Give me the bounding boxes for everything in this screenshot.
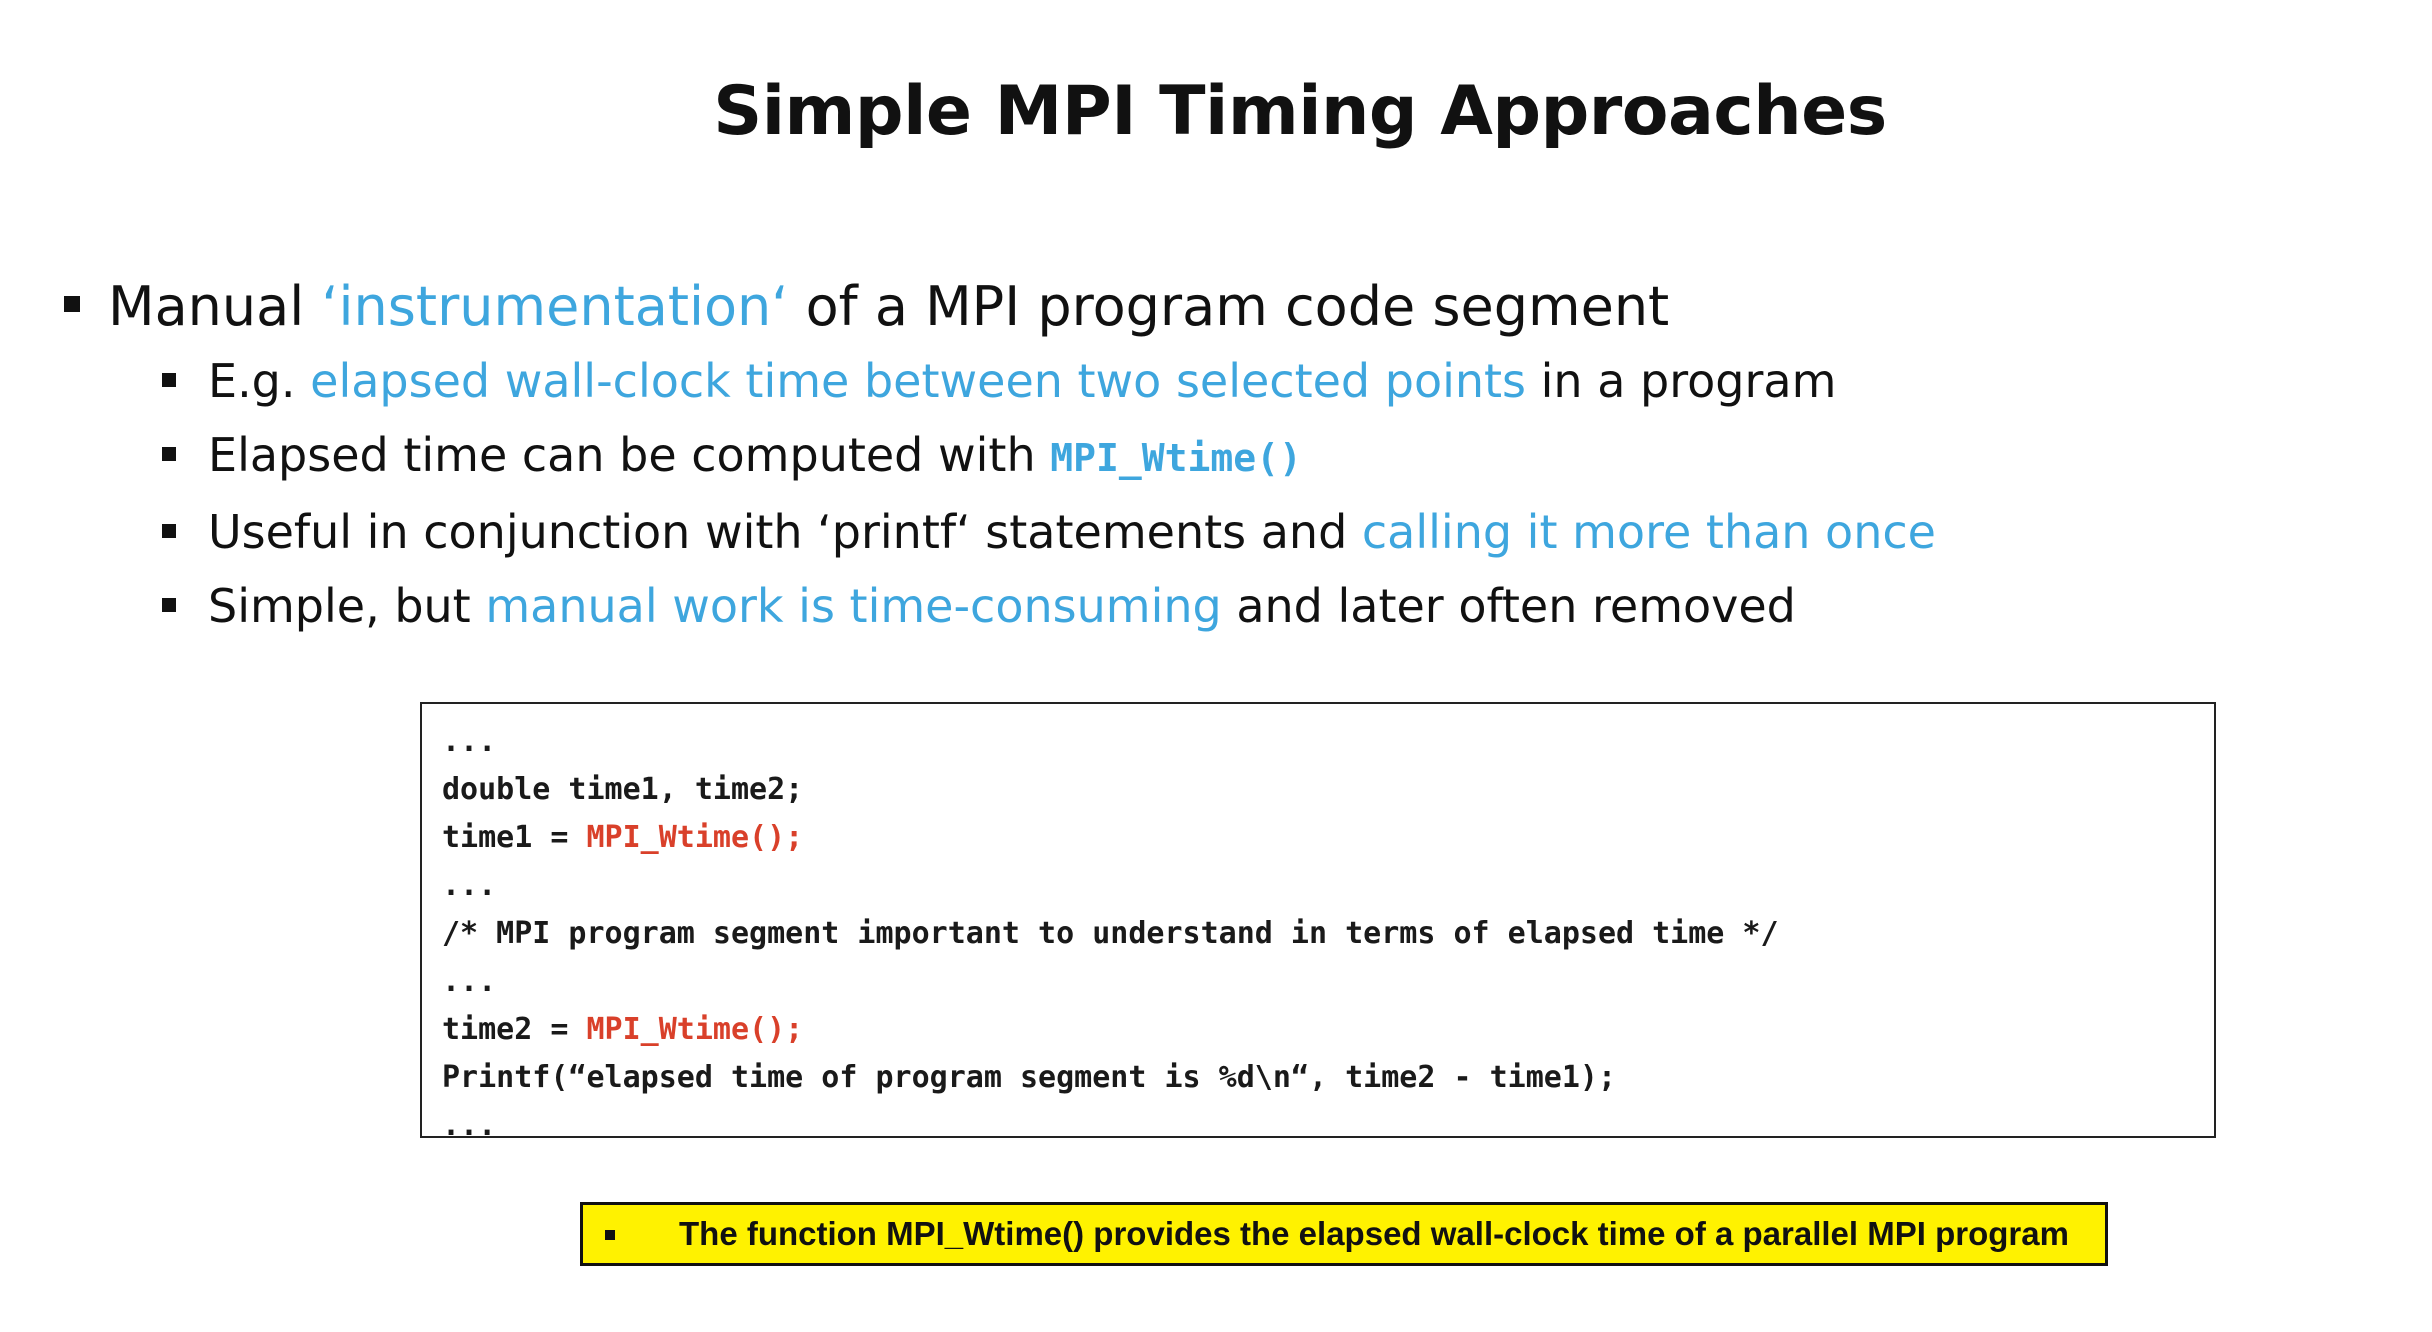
code-line: ... xyxy=(442,964,497,999)
sub-bullet-1: E.g. elapsed wall-clock time between two… xyxy=(60,344,2360,418)
code-function-call: MPI_Wtime(); xyxy=(586,1012,804,1047)
sub-bullet-4: Simple, but manual work is time-consumin… xyxy=(60,569,2360,643)
sub-bullet-text-end: in a program xyxy=(1526,354,1837,408)
bullet-square-icon xyxy=(64,296,80,312)
sub-bullet-2: Elapsed time can be computed with MPI_Wt… xyxy=(60,418,2360,495)
code-line: ... xyxy=(442,724,497,759)
info-note-box: The function MPI_Wtime() provides the el… xyxy=(580,1202,2108,1266)
main-bullet-text-end: of a MPI program code segment xyxy=(788,275,1670,338)
bullet-list: Manual ‘instrumentation‘ of a MPI progra… xyxy=(60,270,2360,643)
main-bullet-highlight: ‘instrumentation‘ xyxy=(321,275,789,338)
sub-bullet-text-end: and later often removed xyxy=(1221,579,1796,633)
sub-bullet-3: Useful in conjunction with ‘printf‘ stat… xyxy=(60,495,2360,569)
main-bullet-text: Manual xyxy=(108,275,322,338)
note-text: The function MPI_Wtime() provides the el… xyxy=(679,1215,2069,1252)
sub-bullet-text: Elapsed time can be computed with xyxy=(208,428,1051,482)
sub-bullet-highlight: manual work is time-consuming xyxy=(485,579,1222,633)
main-bullet: Manual ‘instrumentation‘ of a MPI progra… xyxy=(60,270,2360,344)
code-line: ... xyxy=(442,868,497,903)
code-line: double time1, time2; xyxy=(442,772,804,807)
code-text: time1 = xyxy=(442,820,587,855)
code-block: ... double time1, time2; time1 = MPI_Wti… xyxy=(420,702,2216,1143)
code-comment-line: /* MPI program segment important to unde… xyxy=(442,916,1779,951)
bullet-square-icon xyxy=(162,447,176,461)
bullet-square-icon xyxy=(162,373,176,387)
bullet-square-icon xyxy=(162,598,176,612)
code-text: time2 = xyxy=(442,1012,587,1047)
sub-bullet-text: Useful in conjunction with ‘printf‘ stat… xyxy=(208,505,1362,559)
sub-bullet-highlight: elapsed wall-clock time between two sele… xyxy=(310,354,1527,408)
sub-bullet-code: MPI_Wtime() xyxy=(1050,436,1302,480)
slide-title: Simple MPI Timing Approaches xyxy=(713,72,1887,151)
sub-bullet-text: E.g. xyxy=(208,354,311,408)
note-bullet-icon xyxy=(605,1230,615,1240)
bullet-square-icon xyxy=(162,524,176,538)
code-function-call: MPI_Wtime(); xyxy=(586,820,804,855)
code-line: time2 = MPI_Wtime(); xyxy=(442,1006,2194,1054)
code-line: Printf(“elapsed time of program segment … xyxy=(442,1060,1616,1095)
sub-bullet-highlight: calling it more than once xyxy=(1361,505,1936,559)
code-line: time1 = MPI_Wtime(); xyxy=(442,814,2194,862)
sub-bullet-text: Simple, but xyxy=(208,579,486,633)
code-line: ... xyxy=(442,1108,497,1143)
